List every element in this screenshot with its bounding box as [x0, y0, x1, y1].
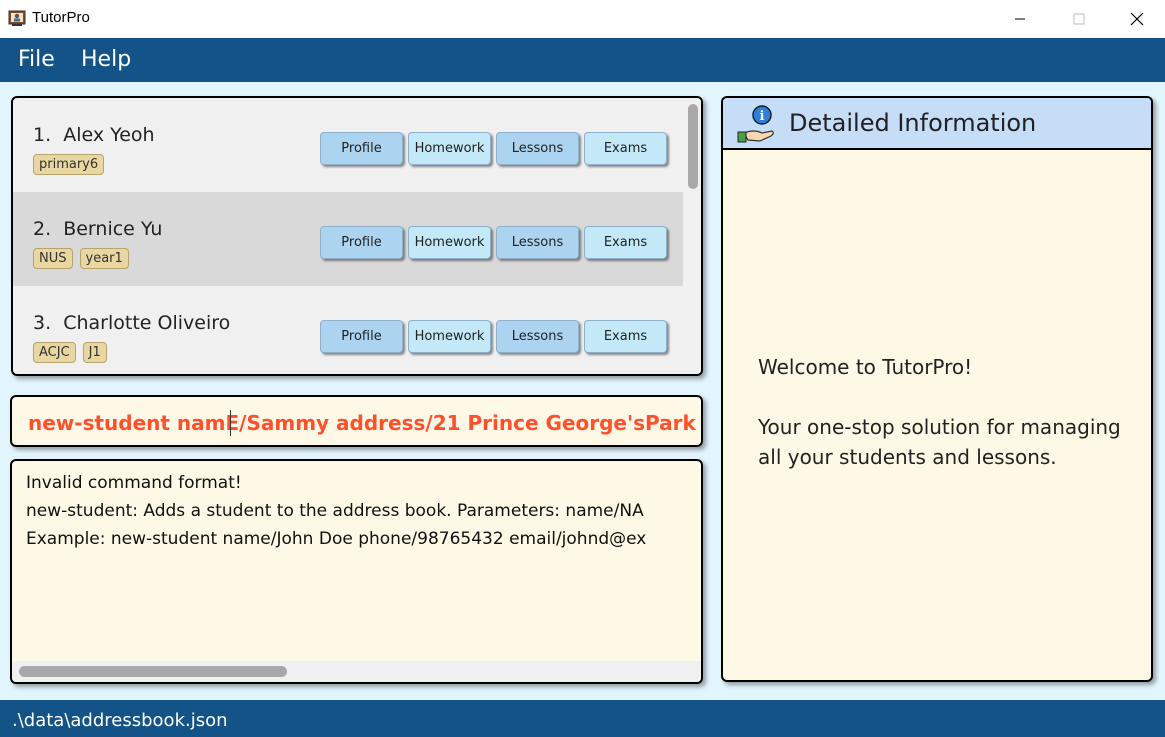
exams-button[interactable]: Exams — [584, 320, 667, 353]
homework-button[interactable]: Homework — [408, 226, 491, 259]
student-card[interactable]: 2. Bernice Yu NUS year1 Profile Homework… — [13, 192, 683, 286]
tag-list: ACJC J1 — [33, 342, 107, 363]
lessons-button[interactable]: Lessons — [496, 226, 579, 259]
close-button[interactable] — [1114, 0, 1160, 38]
close-icon — [1130, 12, 1144, 26]
student-list[interactable]: 1. Alex Yeoh primary6 Profile Homework L… — [11, 96, 703, 376]
profile-button[interactable]: Profile — [320, 320, 403, 353]
maximize-button[interactable] — [1056, 0, 1102, 38]
title-bar: TutorPro — [0, 0, 1165, 38]
minimize-button[interactable] — [997, 0, 1043, 38]
tag: ACJC — [33, 342, 76, 363]
student-card[interactable]: 3. Charlotte Oliveiro ACJC J1 Profile Ho… — [13, 286, 683, 374]
description-line: Your one-stop solution for managing — [758, 415, 1121, 439]
result-line: Invalid command format! — [26, 473, 242, 493]
command-input[interactable]: new-student namE/Sammy address/21 Prince… — [28, 411, 701, 435]
command-box[interactable]: new-student namE/Sammy address/21 Prince… — [10, 395, 703, 447]
result-scrollbar-thumb[interactable] — [19, 666, 287, 677]
student-name: 2. Bernice Yu — [33, 218, 163, 240]
tag: primary6 — [33, 154, 105, 175]
main-area: 1. Alex Yeoh primary6 Profile Homework L… — [0, 82, 1165, 700]
app-icon — [8, 10, 26, 26]
lessons-button[interactable]: Lessons — [496, 132, 579, 165]
result-line: Example: new-student name/John Doe phone… — [26, 529, 647, 549]
tag-list: primary6 — [33, 154, 105, 175]
student-name: 1. Alex Yeoh — [33, 124, 155, 146]
detail-panel: i Detailed Information Welcome to TutorP… — [721, 96, 1153, 682]
text-caret — [230, 410, 231, 436]
card-buttons: Profile Homework Lessons Exams — [320, 226, 667, 259]
homework-button[interactable]: Homework — [408, 132, 491, 165]
minimize-icon — [1015, 18, 1025, 20]
tag: NUS — [33, 248, 73, 269]
detail-header: i Detailed Information — [723, 98, 1151, 150]
tag-list: NUS year1 — [33, 248, 129, 269]
list-scrollbar-thumb[interactable] — [688, 104, 698, 189]
info-hand-icon: i — [737, 105, 774, 143]
window-title: TutorPro — [32, 9, 90, 26]
card-buttons: Profile Homework Lessons Exams — [320, 132, 667, 165]
file-path: .\data\addressbook.json — [12, 710, 228, 731]
menu-bar: File Help — [0, 38, 1165, 82]
exams-button[interactable]: Exams — [584, 132, 667, 165]
menu-file[interactable]: File — [18, 47, 55, 72]
status-bar: .\data\addressbook.json — [0, 700, 1165, 737]
result-display[interactable]: Invalid command format! new-student: Add… — [10, 459, 703, 684]
student-card[interactable]: 1. Alex Yeoh primary6 Profile Homework L… — [13, 98, 683, 192]
profile-button[interactable]: Profile — [320, 226, 403, 259]
card-buttons: Profile Homework Lessons Exams — [320, 320, 667, 353]
tag: J1 — [82, 342, 107, 363]
svg-text:i: i — [760, 109, 765, 124]
menu-help[interactable]: Help — [81, 47, 131, 72]
description-line: all your students and lessons. — [758, 445, 1057, 469]
exams-button[interactable]: Exams — [584, 226, 667, 259]
lessons-button[interactable]: Lessons — [496, 320, 579, 353]
student-name: 3. Charlotte Oliveiro — [33, 312, 231, 334]
profile-button[interactable]: Profile — [320, 132, 403, 165]
welcome-text: Welcome to TutorPro! — [758, 355, 973, 379]
result-line: new-student: Adds a student to the addre… — [26, 501, 644, 521]
maximize-icon — [1073, 13, 1085, 25]
homework-button[interactable]: Homework — [408, 320, 491, 353]
detail-title: Detailed Information — [789, 109, 1037, 137]
tag: year1 — [79, 248, 129, 269]
result-scrollbar[interactable] — [12, 661, 701, 682]
